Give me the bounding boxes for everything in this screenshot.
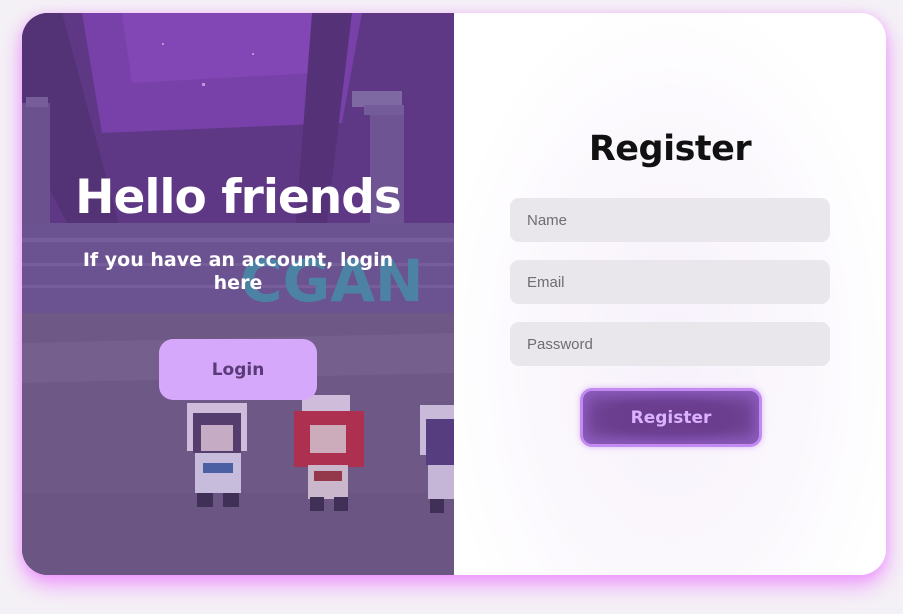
welcome-subtitle: If you have an account, login here: [82, 249, 394, 294]
welcome-title: Hello friends: [75, 170, 402, 225]
welcome-panel: CGAN Hello friends If you have an accoun…: [22, 13, 454, 575]
name-input[interactable]: [510, 198, 830, 242]
password-input[interactable]: [510, 322, 830, 366]
email-input[interactable]: [510, 260, 830, 304]
auth-card: CGAN Hello friends If you have an accoun…: [22, 13, 886, 575]
register-submit-button[interactable]: Register: [580, 388, 762, 447]
register-panel: Register Register: [454, 13, 886, 575]
register-title: Register: [588, 129, 752, 169]
login-button[interactable]: Login: [159, 339, 317, 400]
